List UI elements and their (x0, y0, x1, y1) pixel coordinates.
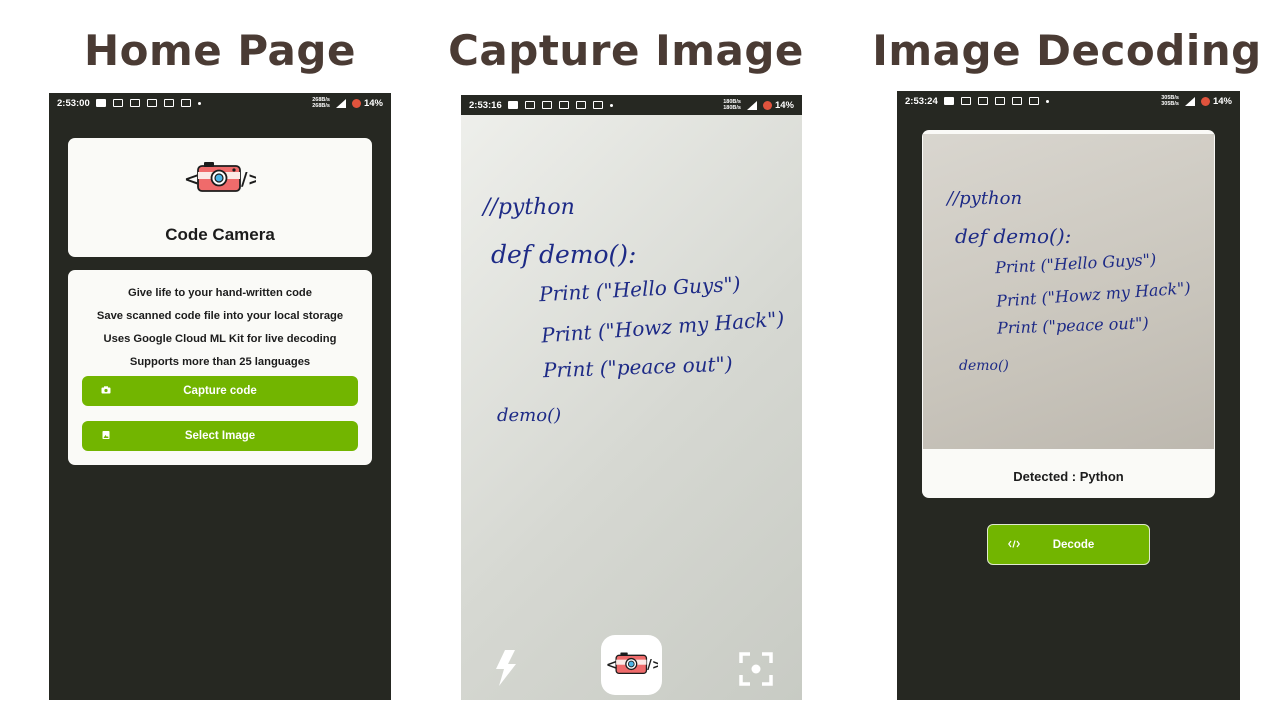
handwritten-line: //python (483, 195, 575, 220)
handwritten-line: demo() (497, 405, 562, 426)
feature-item: Supports more than 25 languages (129, 356, 311, 368)
mail-icon (524, 101, 535, 109)
capture-code-label: Capture code (183, 385, 257, 397)
notification-icon (507, 101, 518, 109)
battery-percent: 14% (774, 99, 794, 111)
status-time: 2:53:00 (57, 97, 90, 109)
signal-icon (335, 98, 346, 108)
status-bar: 2:53:00 268B/s 268B/s 14% (49, 93, 391, 113)
select-image-label: Select Image (184, 430, 256, 442)
video-icon (1028, 97, 1039, 105)
handwritten-line: //python (947, 188, 1023, 209)
more-notifications-dot (197, 101, 201, 105)
speed-down-text: 305B/s (1161, 101, 1179, 107)
code-camera-logo-icon: < /> (184, 162, 256, 192)
feature-item: Give life to your hand-written code (128, 287, 312, 299)
app-title: Code Camera (165, 225, 275, 244)
signal-icon (746, 100, 757, 110)
speed-down-text: 268B/s (312, 103, 330, 109)
notification-icon (943, 97, 954, 105)
status-time: 2:53:24 (905, 95, 938, 107)
captured-image: //python def demo(): Print ("Hello Guys"… (923, 134, 1214, 449)
decoding-screen: 2:53:24 305B/s 305B/s 14% //python def d… (897, 91, 1240, 700)
svg-text:/>: /> (241, 169, 256, 190)
network-speed: 268B/s 268B/s (312, 97, 330, 109)
mail-icon (960, 97, 971, 105)
svg-text:<: < (184, 169, 199, 190)
capture-code-button[interactable]: Capture code (82, 376, 358, 406)
capture-image-heading: Capture Image (448, 26, 804, 75)
handwritten-line: Print ("Howz my Hack") (995, 278, 1192, 311)
status-time: 2:53:16 (469, 99, 502, 111)
feature-item: Save scanned code file into your local s… (96, 310, 344, 322)
more-notifications-dot (609, 103, 613, 107)
mail-icon (1011, 97, 1022, 105)
features-card: Give life to your hand-written code Save… (68, 270, 372, 465)
video-icon (180, 99, 191, 107)
mail-icon (575, 101, 586, 109)
battery-icon (351, 98, 361, 108)
handwritten-line: Print ("peace out") (996, 313, 1149, 338)
mail-icon (994, 97, 1005, 105)
battery-icon (762, 100, 772, 110)
focus-frame-icon[interactable] (739, 652, 773, 686)
capture-screen: 2:53:16 180B/s 180B/s 14% //python def d… (461, 95, 802, 700)
battery-icon (1200, 96, 1210, 106)
mail-icon (558, 101, 569, 109)
home-page-heading: Home Page (84, 26, 356, 75)
feature-item: Uses Google Cloud ML Kit for live decodi… (103, 333, 337, 345)
home-screen: 2:53:00 268B/s 268B/s 14% < /> Code Came… (49, 93, 391, 700)
mail-icon (146, 99, 157, 107)
decode-label: Decode (1052, 539, 1095, 551)
mail-icon (541, 101, 552, 109)
video-icon (592, 101, 603, 109)
detected-language-label: Detected : Python (1013, 469, 1124, 484)
network-speed: 180B/s 180B/s (723, 99, 741, 111)
more-notifications-dot (1045, 99, 1049, 103)
mail-icon (163, 99, 174, 107)
app-logo-card: < /> Code Camera (68, 138, 372, 257)
battery-percent: 14% (363, 97, 383, 109)
select-image-button[interactable]: Select Image (82, 421, 358, 451)
image-decoding-heading: Image Decoding (872, 26, 1262, 75)
decode-button[interactable]: Decode (987, 524, 1150, 565)
mail-icon (112, 99, 123, 107)
decoded-image-card: //python def demo(): Print ("Hello Guys"… (922, 130, 1215, 498)
handwritten-line: def demo(): (955, 224, 1072, 248)
notification-icon (95, 99, 106, 107)
camera-preview: //python def demo(): Print ("Hello Guys"… (461, 115, 802, 700)
code-camera-logo-icon: < /> (606, 652, 658, 675)
flash-icon[interactable] (495, 650, 517, 686)
shutter-button[interactable]: < /> (601, 635, 662, 695)
status-bar: 2:53:16 180B/s 180B/s 14% (461, 95, 802, 115)
handwritten-line: Print ("Hello Guys") (994, 249, 1157, 278)
svg-text:/>: /> (647, 658, 658, 673)
status-bar: 2:53:24 305B/s 305B/s 14% (897, 91, 1240, 111)
handwritten-line: Print ("Howz my Hack") (540, 306, 786, 348)
handwritten-line: Print ("Hello Guys") (538, 271, 742, 307)
mail-icon (977, 97, 988, 105)
network-speed: 305B/s 305B/s (1161, 95, 1179, 107)
handwritten-line: demo() (959, 358, 1009, 374)
speed-down-text: 180B/s (723, 105, 741, 111)
svg-text:<: < (606, 658, 617, 673)
handwritten-line: def demo(): (491, 240, 637, 269)
handwritten-line: Print ("peace out") (542, 351, 733, 383)
signal-icon (1184, 96, 1195, 106)
mail-icon (129, 99, 140, 107)
battery-percent: 14% (1212, 95, 1232, 107)
